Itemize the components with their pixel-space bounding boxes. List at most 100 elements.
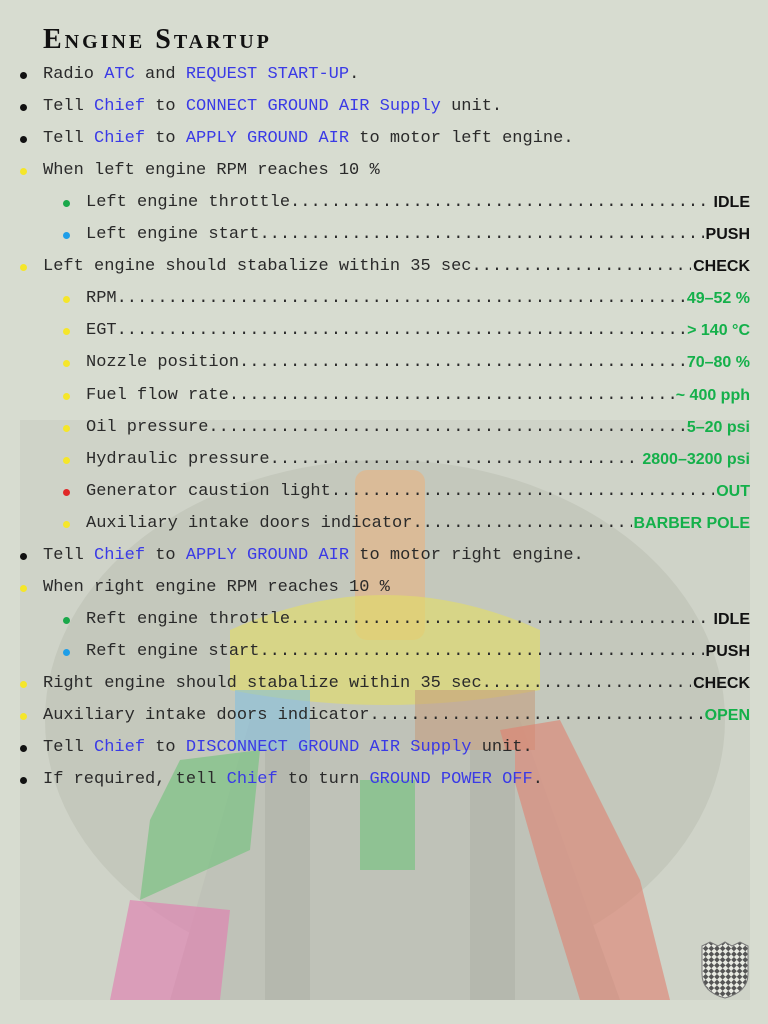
step-value: IDLE — [713, 610, 750, 628]
checklist-step: Reft engine startPUSH — [0, 639, 750, 665]
step-text: unit. — [440, 97, 503, 117]
checklist-step: Generator caustion lightOUT — [0, 479, 750, 505]
step-text: to — [145, 129, 186, 149]
bullet-black-icon — [20, 552, 27, 560]
checklist-step: Auxiliary intake doors indicatorBARBER P… — [0, 511, 750, 537]
page-title: Engine Startup — [43, 24, 272, 55]
step-text: to motor right engine. — [349, 545, 584, 565]
highlighted-term: ATC — [104, 65, 135, 84]
step-value: PUSH — [705, 226, 750, 244]
highlighted-term: Chief — [94, 97, 146, 117]
checklist-step: Radio ATC and REQUEST START-UP. — [0, 62, 750, 88]
checklist-step: Nozzle position70–80 % — [0, 350, 750, 376]
highlighted-term: REQUEST START-UP — [185, 65, 350, 84]
step-value: OPEN — [704, 707, 750, 724]
step-text: to — [145, 545, 186, 565]
checklist-step: Tell Chief to APPLY GROUND AIR to motor … — [0, 126, 750, 152]
bullet-blue-icon — [63, 648, 70, 656]
step-label: EGT — [86, 318, 685, 344]
checklist-step: Left engine startPUSH — [0, 222, 750, 248]
highlighted-term: CONNECT GROUND AIR Supply — [185, 97, 441, 117]
step-text: When left engine RPM reaches 10 % — [43, 161, 380, 181]
highlighted-term: Chief — [94, 545, 146, 565]
step-label: Auxiliary intake doors indicator — [86, 511, 632, 537]
bullet-red-icon — [63, 488, 70, 496]
bullet-green-icon — [63, 200, 70, 208]
checklist-step: RPM49–52 % — [0, 286, 750, 312]
step-value: ~ 400 pph — [675, 386, 750, 404]
step-label: Left engine should stabalize within 35 s… — [43, 254, 691, 280]
step-label: Left engine start — [86, 222, 704, 248]
checklist-step: Tell Chief to CONNECT GROUND AIR Supply … — [0, 94, 750, 120]
highlighted-term: DISCONNECT GROUND AIR Supply — [185, 738, 472, 758]
checkered-shield-icon — [701, 941, 749, 999]
step-label: Reft engine start — [86, 639, 704, 665]
step-value: BARBER POLE — [633, 514, 750, 532]
highlighted-term: APPLY GROUND AIR — [185, 545, 350, 565]
step-label: Auxiliary intake doors indicator — [43, 703, 703, 729]
bullet-black-icon — [20, 72, 27, 79]
step-label: Right engine should stabalize within 35 … — [43, 671, 691, 697]
highlighted-term: Chief — [226, 770, 278, 790]
bullet-black-icon — [20, 136, 27, 144]
bullet-black-icon — [20, 777, 27, 785]
step-text: to — [145, 738, 186, 758]
bullet-black-icon — [20, 745, 27, 753]
step-text: . — [532, 770, 543, 790]
step-value: 5–20 psi — [686, 418, 750, 436]
step-text: Tell — [43, 97, 95, 117]
bullet-black-icon — [20, 104, 27, 112]
checklist-step: EGT> 140 °C — [0, 318, 750, 344]
checklist-step: When left engine RPM reaches 10 % — [0, 158, 750, 184]
step-text: to — [145, 97, 186, 117]
step-label: Nozzle position — [86, 350, 685, 376]
step-label: Reft engine throttle — [86, 607, 712, 633]
checklist-step: Fuel flow rate~ 400 pph — [0, 383, 750, 409]
bullet-yellow-icon — [20, 584, 27, 592]
highlighted-term: APPLY GROUND AIR — [185, 129, 350, 149]
bullet-blue-icon — [63, 232, 70, 240]
checklist-step: Oil pressure5–20 psi — [0, 415, 750, 441]
checklist-step: Left engine should stabalize within 35 s… — [0, 254, 750, 280]
step-value: IDLE — [713, 194, 750, 212]
step-label: Generator caustion light — [86, 479, 714, 505]
bullet-yellow-icon — [63, 392, 70, 400]
step-label: RPM — [86, 286, 685, 312]
step-text: Tell — [43, 545, 95, 565]
step-text: unit. — [471, 738, 533, 758]
checklist-step: Auxiliary intake doors indicatorOPEN — [0, 703, 750, 729]
bullet-green-icon — [63, 616, 70, 624]
highlighted-term: Chief — [94, 129, 146, 149]
step-text: If required, tell — [43, 770, 227, 790]
bullet-yellow-icon — [20, 713, 27, 720]
checklist-step: Tell Chief to APPLY GROUND AIR to motor … — [0, 543, 750, 569]
checklist-step: When right engine RPM reaches 10 % — [0, 575, 750, 601]
bullet-yellow-icon — [20, 168, 27, 176]
checklist-step: Hydraulic pressure2800–3200 psi — [0, 447, 750, 473]
bullet-yellow-icon — [63, 424, 70, 432]
step-text: Tell — [43, 129, 95, 149]
bullet-yellow-icon — [63, 520, 70, 528]
step-value: CHECK — [693, 674, 750, 692]
checklist-step: Reft engine throttleIDLE — [0, 607, 750, 633]
step-text: When right engine RPM reaches 10 % — [43, 577, 390, 597]
checklist-step: Left engine throttleIDLE — [0, 190, 750, 216]
step-label: Fuel flow rate — [86, 383, 674, 409]
step-text: Tell — [43, 738, 95, 758]
bullet-yellow-icon — [63, 456, 70, 464]
step-label: Hydraulic pressure — [86, 447, 640, 473]
bullet-yellow-icon — [63, 328, 70, 336]
step-value: PUSH — [705, 642, 750, 660]
step-label: Left engine throttle — [86, 190, 712, 216]
step-value: 70–80 % — [686, 354, 750, 372]
step-value: > 140 °C — [687, 322, 750, 340]
step-text: to motor left engine. — [349, 129, 574, 149]
step-text: to turn — [277, 770, 370, 790]
step-value: CHECK — [693, 258, 750, 276]
bullet-yellow-icon — [63, 296, 70, 304]
step-value: 49–52 % — [686, 290, 750, 308]
bullet-yellow-icon — [63, 360, 70, 368]
step-text: Radio — [43, 65, 105, 84]
checklist-step: Tell Chief to DISCONNECT GROUND AIR Supp… — [0, 735, 750, 761]
step-text: and — [134, 65, 186, 84]
